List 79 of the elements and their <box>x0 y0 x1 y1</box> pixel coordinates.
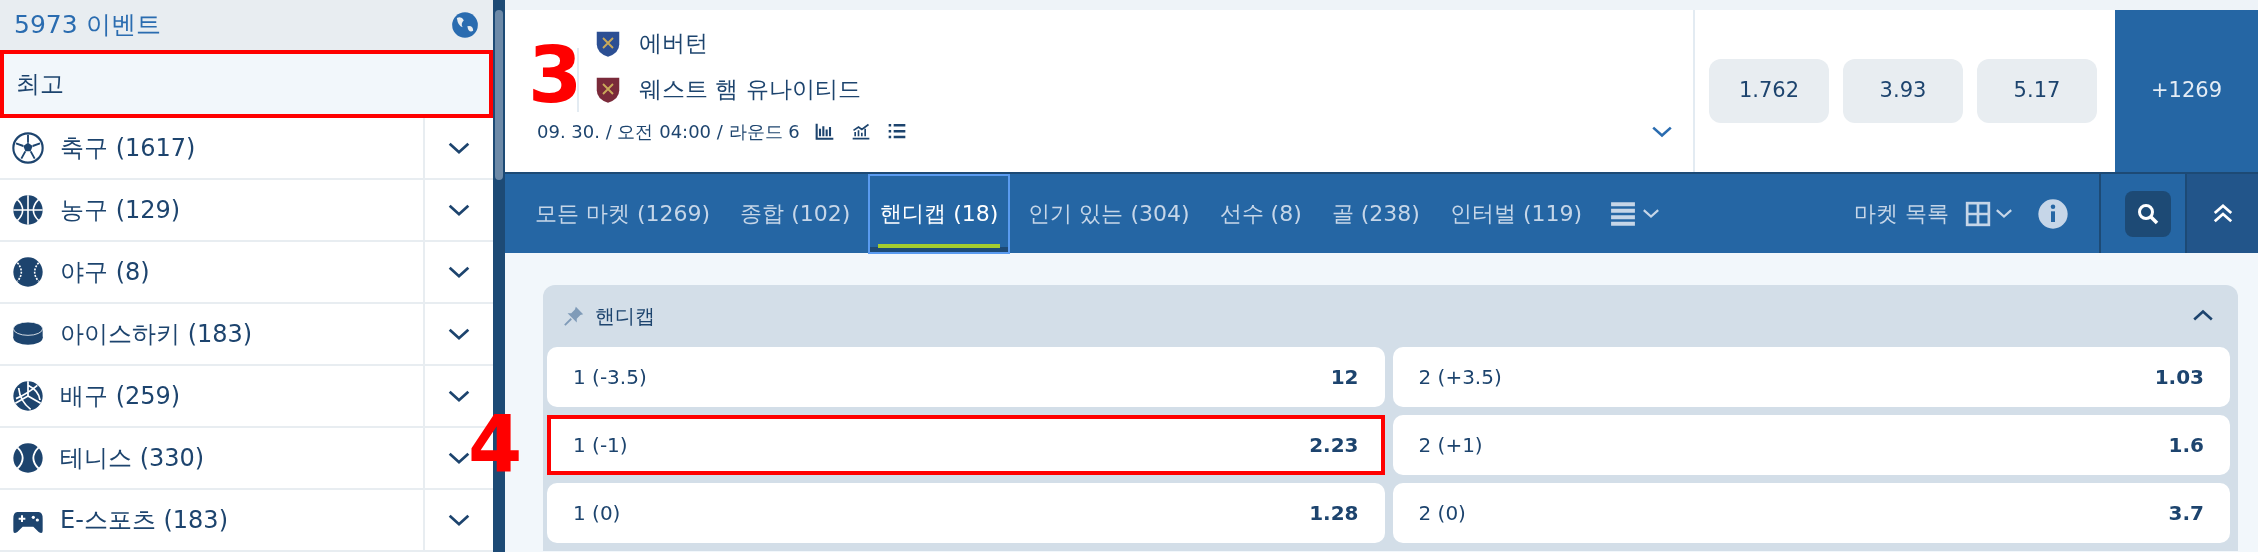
team-name: 에버턴 <box>639 28 708 58</box>
sport-label: 아이스하키 (183) <box>60 319 253 350</box>
chevron-down-icon <box>447 327 471 341</box>
collapse-button[interactable] <box>2185 174 2258 253</box>
grid-icon <box>1965 200 1991 227</box>
sport-label: 야구 (8) <box>60 257 150 288</box>
market-tab[interactable]: 선수 (8) <box>1207 173 1314 254</box>
odds-cell[interactable]: 1 (-3.5) 12 <box>547 347 1385 407</box>
search-button[interactable] <box>2125 190 2171 237</box>
scrollbar-thumb[interactable] <box>495 10 503 180</box>
double-chevron-up-icon <box>2211 202 2234 225</box>
basketball-icon <box>12 194 44 226</box>
odds-value: 1.6 <box>2168 432 2204 459</box>
volleyball-icon <box>12 380 44 412</box>
sport-item[interactable]: 농구 (129) <box>0 180 425 240</box>
tennis-ball-icon <box>12 442 44 474</box>
sidebar-item[interactable]: 최고 <box>0 50 493 118</box>
chevron-down-icon <box>447 389 471 403</box>
sport-label: 농구 (129) <box>60 195 181 226</box>
chevron-down-icon <box>447 451 471 465</box>
pin-icon <box>563 305 585 327</box>
sport-item[interactable]: 아이스하키 (183) <box>0 304 425 364</box>
sport-item[interactable]: 야구 (8) <box>0 242 425 302</box>
sport-label: 배구 (259) <box>60 381 181 412</box>
odds-cell[interactable]: 2 (0) 3.7 <box>1392 483 2230 543</box>
market-tab[interactable]: 골 (238) <box>1319 173 1432 254</box>
chevron-down-icon <box>447 513 471 527</box>
odds-button[interactable]: 5.17 <box>1977 59 2097 123</box>
odds-cell[interactable]: 1 (-1) 2.23 <box>547 415 1385 475</box>
sport-item[interactable]: 테니스 (330) <box>0 428 425 488</box>
sport-item[interactable]: 축구 (1617) <box>0 118 425 178</box>
soccer-ball-icon <box>12 132 44 164</box>
more-markets-button[interactable]: +1269 <box>2115 10 2258 172</box>
outcome-label: 2 (+1) <box>1418 432 1483 459</box>
market-tab[interactable]: 종합 (102) <box>728 173 863 254</box>
odds-value: 2.23 <box>1309 432 1359 459</box>
outcome-label: 1 (-3.5) <box>573 364 647 391</box>
market-tab[interactable]: 핸디캡 (18) <box>868 173 1011 254</box>
odds-value: 1.03 <box>2154 364 2204 391</box>
match-info: 09. 30. / 오전 04:00 / 라운드 6 <box>537 120 800 144</box>
chevron-up-icon[interactable] <box>2192 309 2214 323</box>
odds-button[interactable]: 1.762 <box>1709 59 1829 123</box>
sport-item[interactable]: 배구 (259) <box>0 366 425 426</box>
outcome-label: 2 (0) <box>1418 500 1466 527</box>
sport-label: 테니스 (330) <box>60 443 205 474</box>
market-tab[interactable]: 모든 마켓 (1269) <box>523 173 723 254</box>
market-list-label: 마켓 목록 <box>1854 200 1949 228</box>
odds-cell[interactable]: 2 (+3.5) 1.03 <box>1392 347 2230 407</box>
search-icon <box>2136 201 2160 226</box>
baseball-icon <box>12 256 44 288</box>
chevron-down-icon <box>1642 208 1661 219</box>
market-tab[interactable]: 인기 있는 (304) <box>1016 173 1202 254</box>
layout-button[interactable] <box>1965 200 2013 227</box>
event-count: 5973 이벤트 <box>14 9 161 42</box>
chevron-down-icon <box>1995 208 2013 219</box>
team-name: 웨스트 햄 유나이티드 <box>639 74 861 104</box>
info-icon[interactable] <box>2037 197 2069 230</box>
group-title: 핸디캡 <box>595 303 655 330</box>
odds-value: 3.7 <box>2168 500 2204 527</box>
annotation-number: 3 <box>528 36 583 114</box>
market-tab[interactable]: 인터벌 (119) <box>1437 173 1595 254</box>
odds-value: 1.28 <box>1309 500 1359 527</box>
chevron-down-icon <box>447 141 471 155</box>
sport-item[interactable]: E-스포츠 (183) <box>0 490 425 550</box>
outcome-label: 2 (+3.5) <box>1418 364 1502 391</box>
odds-button[interactable]: 3.93 <box>1843 59 1963 123</box>
chevron-down-icon <box>1651 124 1673 139</box>
odds-value: 12 <box>1330 364 1359 391</box>
sport-label: 축구 (1617) <box>60 133 196 164</box>
outcome-label: 1 (0) <box>573 500 621 527</box>
outcome-label: 1 (-1) <box>573 432 628 459</box>
globe-icon <box>451 11 479 39</box>
odds-cell[interactable]: 1 (0) 1.28 <box>547 483 1385 543</box>
chevron-down-icon <box>447 203 471 217</box>
menu-button[interactable] <box>1608 200 1661 227</box>
chevron-down-icon <box>447 265 471 279</box>
bar-chart-icon <box>813 121 836 142</box>
sport-label: E-스포츠 (183) <box>60 505 228 536</box>
odds-cell[interactable]: 2 (+1) 1.6 <box>1392 415 2230 475</box>
